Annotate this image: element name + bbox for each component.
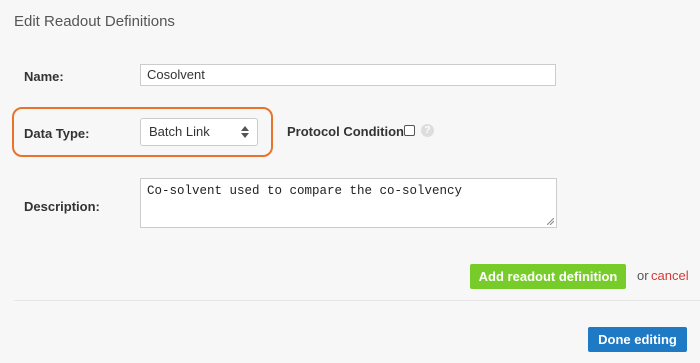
- name-input[interactable]: Cosolvent: [140, 64, 556, 86]
- data-type-selected-value: Batch Link: [149, 124, 210, 139]
- cancel-link[interactable]: cancel: [651, 268, 689, 283]
- resize-grip-icon[interactable]: [547, 218, 554, 225]
- select-arrows-icon: [241, 126, 249, 138]
- or-text: or: [637, 268, 649, 283]
- help-icon[interactable]: ?: [421, 124, 434, 137]
- data-type-label: Data Type:: [24, 126, 90, 141]
- description-label: Description:: [24, 199, 100, 214]
- page-title: Edit Readout Definitions: [14, 13, 175, 30]
- protocol-condition-label: Protocol Condition:: [287, 124, 409, 139]
- description-text: Co-solvent used to compare the co-solven…: [147, 184, 463, 198]
- description-textarea[interactable]: Co-solvent used to compare the co-solven…: [140, 178, 557, 228]
- data-type-select[interactable]: Batch Link: [140, 118, 258, 146]
- divider: [14, 300, 700, 301]
- name-label: Name:: [24, 69, 64, 84]
- done-editing-button[interactable]: Done editing: [588, 327, 687, 352]
- add-readout-definition-button[interactable]: Add readout definition: [470, 264, 626, 289]
- protocol-condition-checkbox[interactable]: [404, 125, 415, 136]
